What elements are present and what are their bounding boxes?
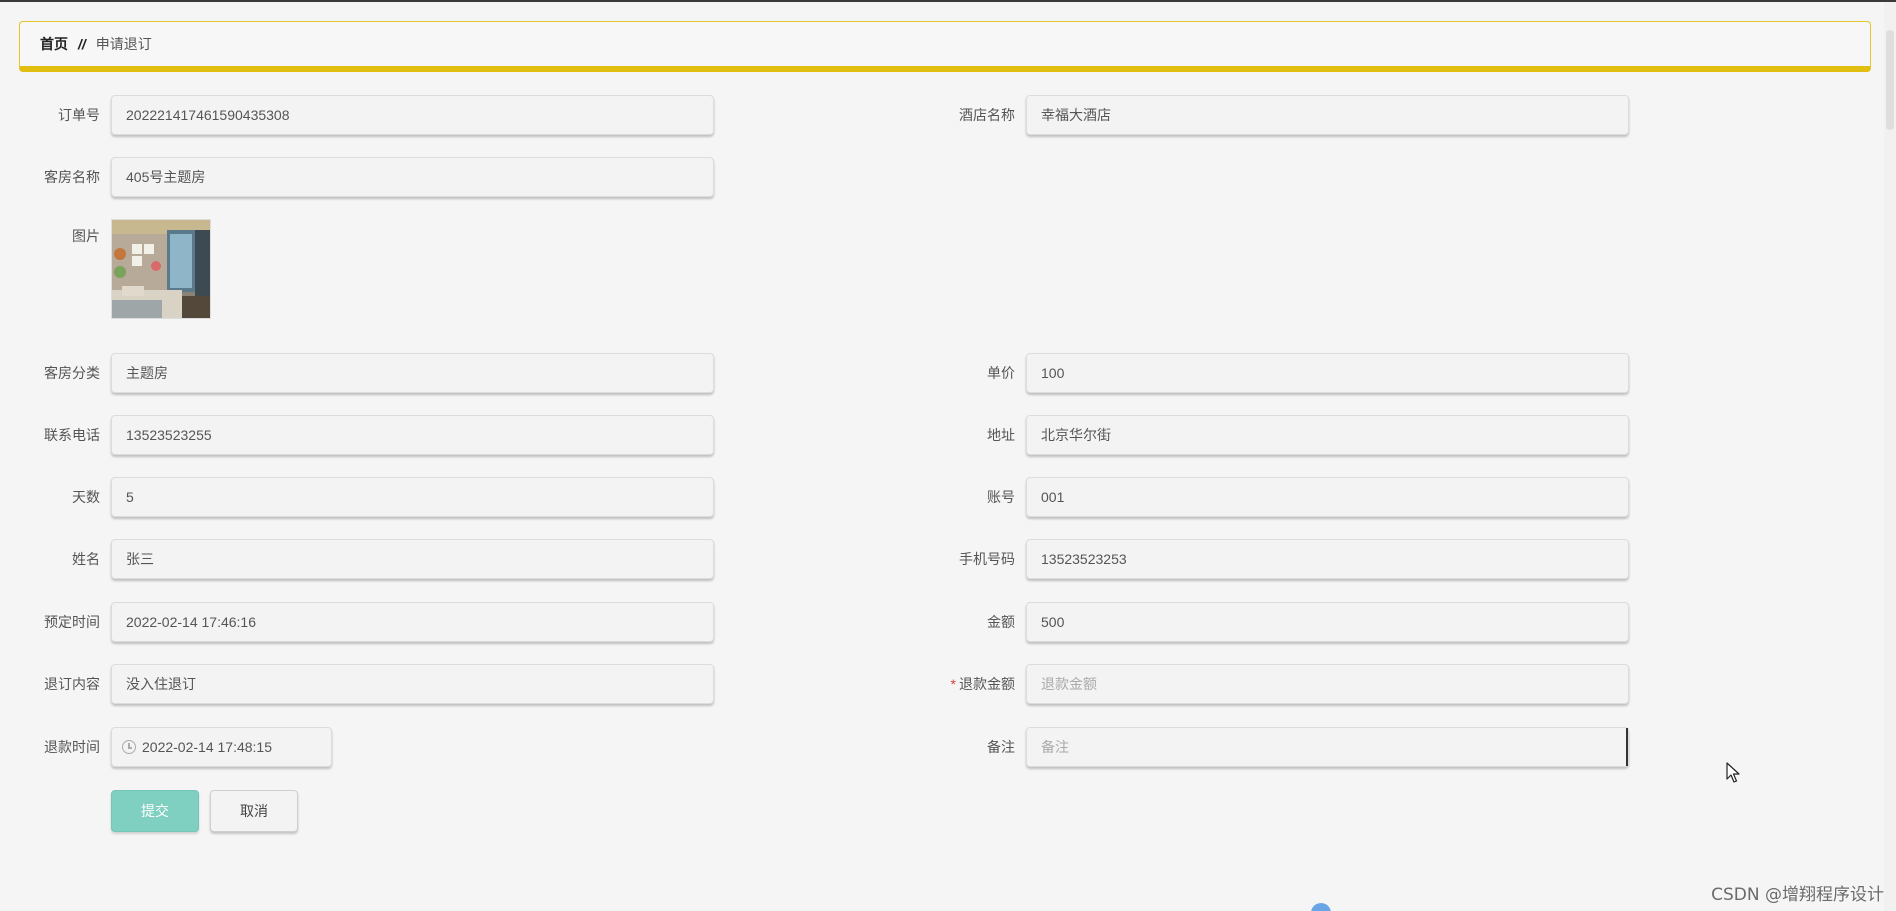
floating-indicator — [1311, 903, 1331, 911]
phone-input[interactable] — [111, 415, 714, 455]
unit-price-label: 单价 — [987, 365, 1015, 381]
room-photo-icon — [112, 220, 210, 318]
unit-price-input[interactable] — [1026, 353, 1629, 393]
mobile-input[interactable] — [1026, 539, 1629, 579]
room-category-input[interactable] — [111, 353, 714, 393]
room-category-label: 客房分类 — [44, 365, 100, 381]
order-no-label: 订单号 — [58, 107, 100, 123]
mobile-label: 手机号码 — [959, 551, 1015, 567]
refund-amount-label: * 退款金额 — [920, 664, 1015, 704]
hotel-name-input[interactable] — [1026, 95, 1629, 135]
mouse-pointer-icon — [1726, 762, 1740, 783]
cancel-button[interactable]: 取消 — [210, 790, 298, 832]
clock-icon — [122, 740, 136, 754]
hotel-name-label: 酒店名称 — [959, 107, 1015, 123]
watermark: CSDN @增翔程序设计 — [1711, 885, 1884, 905]
breadcrumb-separator: // — [78, 36, 86, 52]
submit-button[interactable]: 提交 — [111, 790, 199, 832]
remark-input[interactable] — [1026, 727, 1629, 767]
amount-label: 金额 — [987, 614, 1015, 630]
cancel-content-label: 退订内容 — [44, 676, 100, 692]
breadcrumb-home[interactable]: 首页 — [40, 34, 68, 54]
room-name-input[interactable] — [111, 157, 714, 197]
breadcrumb-current: 申请退订 — [95, 36, 152, 52]
window-top-border — [0, 0, 1896, 2]
refund-amount-input[interactable] — [1026, 664, 1629, 704]
breadcrumb: 首页 // 申请退订 — [19, 21, 1871, 72]
booking-time-input[interactable] — [111, 602, 714, 642]
days-input[interactable] — [111, 477, 714, 517]
account-label: 账号 — [987, 489, 1015, 505]
remark-label: 备注 — [987, 739, 1015, 755]
required-mark: * — [950, 676, 956, 692]
cancel-content-input[interactable] — [111, 664, 714, 704]
text-caret — [1626, 728, 1628, 766]
image-label: 图片 — [72, 228, 100, 244]
name-label: 姓名 — [72, 551, 100, 567]
refund-time-label: 退款时间 — [44, 739, 100, 755]
days-label: 天数 — [72, 489, 100, 505]
phone-label: 联系电话 — [44, 427, 100, 443]
refund-time-picker[interactable] — [111, 727, 332, 767]
scrollbar-track[interactable] — [1884, 2, 1896, 911]
amount-input[interactable] — [1026, 602, 1629, 642]
room-image[interactable] — [111, 219, 211, 319]
scrollbar-thumb[interactable] — [1886, 30, 1894, 130]
name-input[interactable] — [111, 539, 714, 579]
order-no-input[interactable] — [111, 95, 714, 135]
address-label: 地址 — [987, 427, 1015, 443]
account-input[interactable] — [1026, 477, 1629, 517]
address-input[interactable] — [1026, 415, 1629, 455]
room-name-label: 客房名称 — [44, 169, 100, 185]
refund-amount-label-text: 退款金额 — [959, 676, 1015, 692]
booking-time-label: 预定时间 — [44, 614, 100, 630]
